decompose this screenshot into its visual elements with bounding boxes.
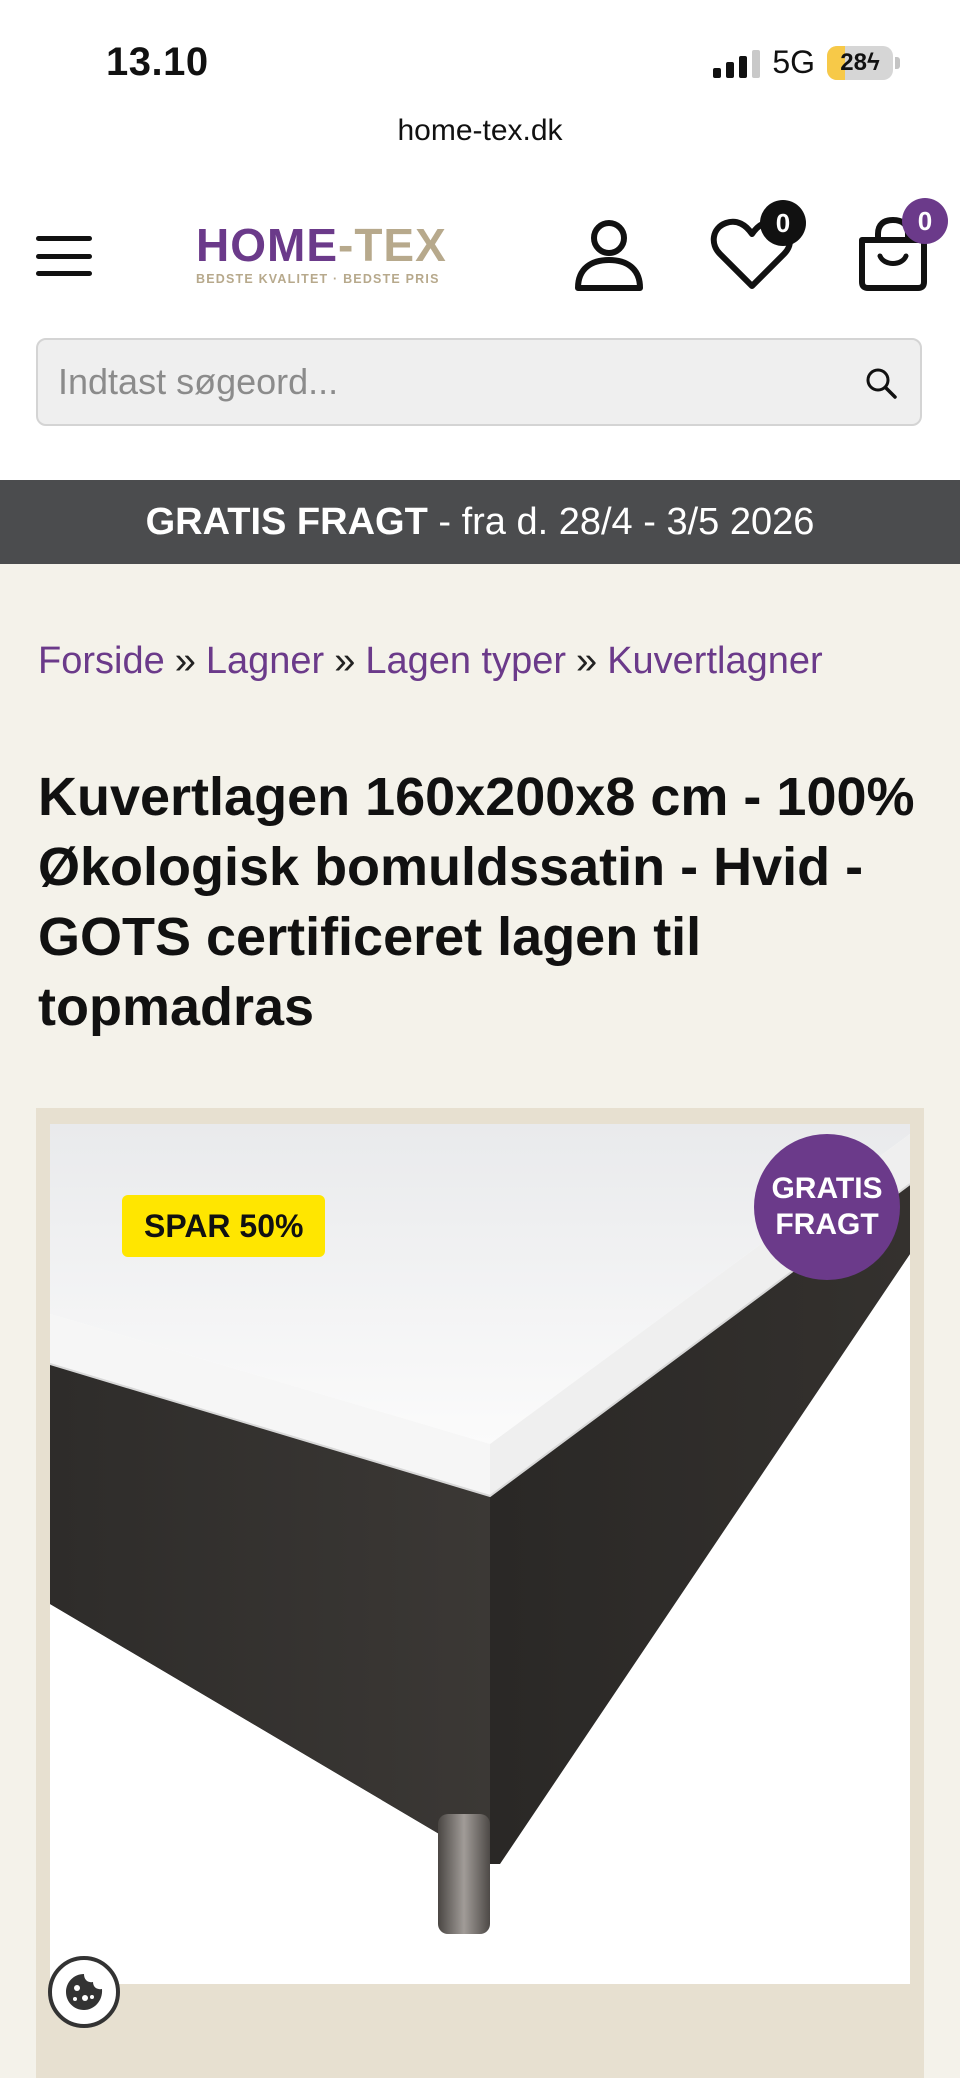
status-time: 13.10 — [106, 40, 209, 84]
account-icon[interactable] — [572, 218, 646, 292]
battery-level: 28 — [840, 48, 867, 76]
cookie-icon — [66, 1974, 103, 2010]
promo-bold: GRATIS FRAGT — [145, 500, 428, 543]
breadcrumb: Forside» Lagner» Lagen typer» Kuvertlagner — [38, 640, 823, 683]
breadcrumb-forside[interactable]: Forside — [38, 640, 165, 682]
battery-tip — [895, 56, 900, 69]
breadcrumb-lagen-typer[interactable]: Lagen typer — [365, 640, 566, 682]
logo-text-home: HOME — [196, 219, 338, 271]
breadcrumb-lagner[interactable]: Lagner — [206, 640, 324, 682]
breadcrumb-separator: » — [174, 640, 196, 682]
promo-banner: GRATIS FRAGT - fra d. 28/4 - 3/5 2026 — [0, 480, 960, 564]
battery-icon: 28 ϟ — [827, 45, 893, 80]
free-shipping-line2: FRAGT — [775, 1208, 879, 1241]
promo-text: - fra d. 28/4 - 3/5 2026 — [427, 500, 815, 543]
free-shipping-line1: GRATIS — [771, 1172, 883, 1205]
breadcrumb-separator: » — [576, 640, 598, 682]
logo-tagline: BEDSTE KVALITET · BEDSTE PRIS — [196, 272, 440, 286]
cart-count-badge: 0 — [902, 198, 948, 244]
cookie-settings-button[interactable] — [48, 1956, 120, 2028]
wishlist-count-badge: 0 — [760, 200, 806, 246]
logo-text-tex: TEX — [354, 219, 447, 271]
search-input[interactable] — [58, 340, 838, 424]
site-logo[interactable]: HOME-TEX BEDSTE KVALITET · BEDSTE PRIS — [196, 222, 446, 286]
status-indicators: 5G 28 ϟ — [713, 44, 900, 81]
discount-badge: SPAR 50% — [122, 1195, 326, 1257]
product-title: Kuvertlagen 160x200x8 cm - 100% Økologis… — [38, 767, 915, 1037]
search-bar — [36, 338, 922, 426]
breadcrumb-separator: » — [334, 640, 356, 682]
free-shipping-badge: GRATIS FRAGT — [754, 1134, 900, 1280]
address-bar-url[interactable]: home-tex.dk — [0, 114, 960, 148]
menu-icon[interactable] — [36, 236, 92, 276]
network-label: 5G — [772, 44, 815, 80]
charging-icon: ϟ — [867, 48, 880, 76]
logo-text-dash: - — [338, 219, 355, 271]
search-icon[interactable] — [864, 366, 898, 400]
breadcrumb-kuvertlagner[interactable]: Kuvertlagner — [607, 640, 822, 682]
signal-icon — [713, 48, 761, 78]
